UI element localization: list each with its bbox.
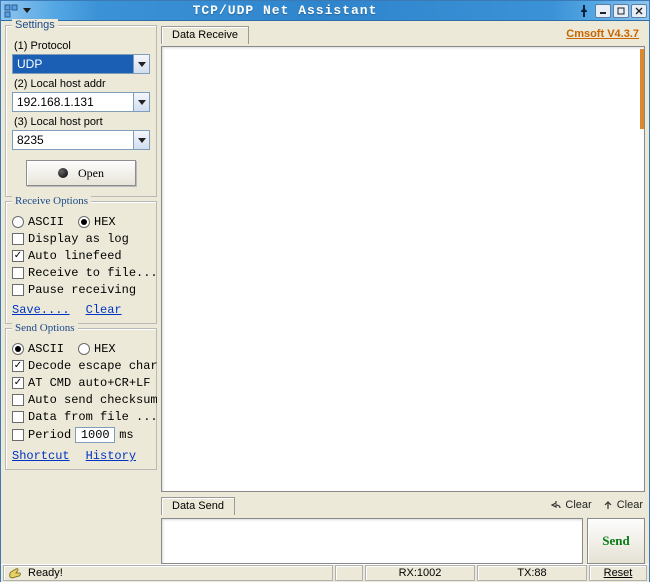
title-bar: TCP/UDP Net Assistant [1, 1, 649, 21]
at-cmd-check[interactable] [12, 377, 24, 389]
recv-ascii-label: ASCII [28, 215, 64, 229]
protocol-select[interactable]: UDP [12, 54, 150, 74]
hand-icon [8, 567, 22, 579]
period-label: Period [28, 428, 71, 442]
shortcut-link[interactable]: Shortcut [12, 449, 70, 463]
pause-receiving-label: Pause receiving [28, 283, 136, 297]
receive-options-legend: Receive Options [12, 195, 91, 207]
history-link[interactable]: History [86, 449, 136, 463]
decode-escape-label: Decode escape char [28, 359, 158, 373]
send-button-label: Send [602, 533, 629, 549]
data-from-file-label: Data from file ... [28, 410, 158, 424]
period-unit: ms [119, 428, 133, 442]
display-as-log-check[interactable] [12, 233, 24, 245]
clear-label: Clear [617, 499, 643, 511]
chevron-down-icon[interactable] [133, 131, 149, 149]
local-port-label: (3) Local host port [14, 116, 150, 128]
receive-to-file-label: Receive to file... [28, 266, 158, 280]
data-send-textarea[interactable] [161, 518, 583, 564]
send-options-legend: Send Options [12, 322, 78, 334]
clear-label: Clear [565, 499, 591, 511]
pin-icon[interactable] [577, 4, 591, 18]
receive-options-group: Receive Options ASCII HEX Display as log… [5, 201, 157, 324]
status-ready-text: Ready! [28, 567, 63, 579]
auto-checksum-label: Auto send checksum [28, 393, 158, 407]
window-title: TCP/UDP Net Assistant [0, 3, 577, 18]
local-addr-value: 192.168.1.131 [13, 93, 133, 111]
local-addr-label: (2) Local host addr [14, 78, 150, 90]
chevron-down-icon[interactable] [133, 55, 149, 73]
record-dot-icon [58, 168, 68, 178]
auto-linefeed-label: Auto linefeed [28, 249, 122, 263]
local-addr-select[interactable]: 192.168.1.131 [12, 92, 150, 112]
auto-checksum-check[interactable] [12, 394, 24, 406]
period-check[interactable] [12, 429, 24, 441]
minimize-button[interactable] [595, 4, 611, 18]
clear-send-right-button[interactable]: Clear [602, 499, 643, 511]
status-rx-cell: RX:1002 [365, 565, 475, 581]
recv-save-link[interactable]: Save.... [12, 303, 70, 317]
settings-legend: Settings [12, 19, 58, 31]
chevron-down-icon[interactable] [133, 93, 149, 111]
display-as-log-label: Display as log [28, 232, 129, 246]
recv-hex-label: HEX [94, 215, 116, 229]
send-hex-label: HEX [94, 342, 116, 356]
maximize-button[interactable] [613, 4, 629, 18]
status-ready-cell: Ready! [3, 565, 333, 581]
clear-send-left-button[interactable]: Clear [550, 499, 591, 511]
status-reset-button[interactable]: Reset [589, 565, 647, 581]
at-cmd-label: AT CMD auto+CR+LF [28, 376, 150, 390]
recv-hex-radio[interactable] [78, 216, 90, 228]
status-spacer-cell [335, 565, 363, 581]
send-ascii-label: ASCII [28, 342, 64, 356]
recv-ascii-radio[interactable] [12, 216, 24, 228]
receive-to-file-check[interactable] [12, 267, 24, 279]
data-receive-tab[interactable]: Data Receive [161, 26, 249, 44]
period-input[interactable]: 1000 [75, 427, 115, 443]
data-receive-textarea[interactable] [161, 46, 645, 492]
status-bar: Ready! RX:1002 TX:88 Reset [1, 564, 649, 582]
open-button[interactable]: Open [26, 160, 136, 186]
protocol-label: (1) Protocol [14, 40, 150, 52]
scrollbar-indicator [640, 49, 644, 129]
recv-clear-link[interactable]: Clear [86, 303, 122, 317]
data-send-tab[interactable]: Data Send [161, 497, 235, 515]
decode-escape-check[interactable] [12, 360, 24, 372]
local-port-select[interactable]: 8235 [12, 130, 150, 150]
pause-receiving-check[interactable] [12, 284, 24, 296]
settings-group: Settings (1) Protocol UDP (2) Local host… [5, 25, 157, 197]
close-button[interactable] [631, 4, 647, 18]
send-options-group: Send Options ASCII HEX Decode escape cha… [5, 328, 157, 470]
up-arrow-icon [602, 499, 614, 511]
send-button[interactable]: Send [587, 518, 645, 564]
send-hex-radio[interactable] [78, 343, 90, 355]
status-tx-cell: TX:88 [477, 565, 587, 581]
data-from-file-check[interactable] [12, 411, 24, 423]
protocol-value: UDP [13, 55, 133, 73]
auto-linefeed-check[interactable] [12, 250, 24, 262]
send-ascii-radio[interactable] [12, 343, 24, 355]
open-button-label: Open [78, 166, 104, 181]
local-port-value: 8235 [13, 131, 133, 149]
undo-arrow-icon [550, 499, 562, 511]
version-link[interactable]: Cmsoft V4.3.7 [566, 28, 639, 40]
